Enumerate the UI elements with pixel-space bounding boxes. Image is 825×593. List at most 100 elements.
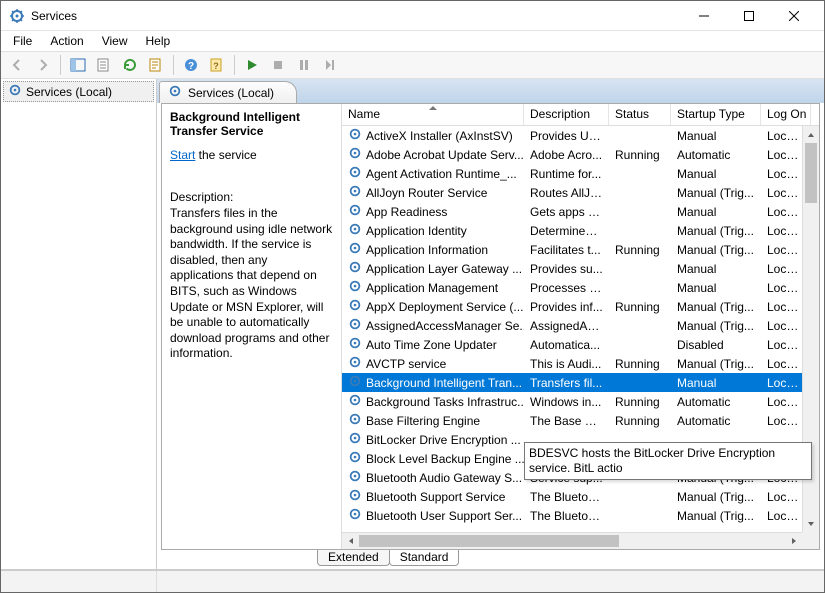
- service-description: Processes in...: [524, 281, 609, 295]
- col-startup-type[interactable]: Startup Type: [671, 104, 761, 125]
- menu-file[interactable]: File: [5, 32, 40, 50]
- service-name: Bluetooth Audio Gateway S...: [366, 471, 522, 485]
- app-icon: [9, 8, 25, 24]
- menu-view[interactable]: View: [94, 32, 136, 50]
- service-row[interactable]: AssignedAccessManager Se...AssignedAc...…: [342, 316, 819, 335]
- col-status[interactable]: Status: [609, 104, 671, 125]
- service-row[interactable]: AllJoyn Router ServiceRoutes AllJo...Man…: [342, 183, 819, 202]
- service-row[interactable]: Background Tasks Infrastruc...Windows in…: [342, 392, 819, 411]
- service-row[interactable]: AVCTP serviceThis is Audi...RunningManua…: [342, 354, 819, 373]
- scroll-right-button[interactable]: [785, 533, 802, 549]
- scroll-up-button[interactable]: [803, 126, 819, 143]
- service-description: AssignedAc...: [524, 319, 609, 333]
- service-startup: Manual (Trig...: [671, 490, 761, 504]
- tab-extended[interactable]: Extended: [317, 549, 390, 566]
- service-startup: Manual (Trig...: [671, 224, 761, 238]
- nav-services-local[interactable]: Services (Local): [3, 81, 154, 102]
- service-description: Gets apps re...: [524, 205, 609, 219]
- service-row[interactable]: Application InformationFacilitates t...R…: [342, 240, 819, 259]
- service-name: Bluetooth User Support Ser...: [366, 509, 522, 523]
- service-row[interactable]: Agent Activation Runtime_...Runtime for.…: [342, 164, 819, 183]
- service-description: Automatica...: [524, 338, 609, 352]
- col-name[interactable]: Name: [342, 104, 524, 125]
- back-button[interactable]: [5, 53, 29, 77]
- service-description: The Bluetoo...: [524, 490, 609, 504]
- service-row[interactable]: Base Filtering EngineThe Base Fil...Runn…: [342, 411, 819, 430]
- service-row[interactable]: Background Intelligent Tran...Transfers …: [342, 373, 819, 392]
- gear-icon: [348, 165, 362, 182]
- horizontal-scrollbar[interactable]: [342, 532, 802, 549]
- service-name: BitLocker Drive Encryption ...: [366, 433, 521, 447]
- service-row[interactable]: AppX Deployment Service (...Provides inf…: [342, 297, 819, 316]
- service-startup: Automatic: [671, 414, 761, 428]
- service-status: Running: [609, 148, 671, 162]
- help-button[interactable]: ?: [179, 53, 203, 77]
- tooltip: BDESVC hosts the BitLocker Drive Encrypt…: [524, 442, 812, 480]
- service-name: Base Filtering Engine: [366, 414, 480, 428]
- service-startup: Manual (Trig...: [671, 300, 761, 314]
- restart-service-button[interactable]: [318, 53, 342, 77]
- service-row[interactable]: Application ManagementProcesses in...Man…: [342, 278, 819, 297]
- status-pane-2: [157, 571, 824, 592]
- toolbar: ? ?: [1, 51, 824, 79]
- scroll-left-button[interactable]: [342, 533, 359, 549]
- service-startup: Manual: [671, 281, 761, 295]
- service-startup: Manual: [671, 167, 761, 181]
- help-topics-button[interactable]: ?: [205, 53, 229, 77]
- detail-description-heading: Description:: [170, 190, 333, 204]
- gear-icon: [348, 469, 362, 486]
- maximize-button[interactable]: [726, 1, 771, 30]
- service-startup: Manual (Trig...: [671, 243, 761, 257]
- service-description: Transfers fil...: [524, 376, 609, 390]
- service-name: AppX Deployment Service (...: [366, 300, 523, 314]
- service-name: Adobe Acrobat Update Serv...: [366, 148, 524, 162]
- service-row[interactable]: Application Layer Gateway ...Provides su…: [342, 259, 819, 278]
- service-description: This is Audi...: [524, 357, 609, 371]
- service-row[interactable]: Adobe Acrobat Update Serv...Adobe Acro..…: [342, 145, 819, 164]
- main-area: Services (Local) Services (Local) Backgr…: [1, 79, 824, 570]
- service-description: Runtime for...: [524, 167, 609, 181]
- stop-service-button[interactable]: [266, 53, 290, 77]
- scroll-thumb[interactable]: [359, 535, 619, 547]
- service-startup: Manual: [671, 262, 761, 276]
- service-startup: Manual (Trig...: [671, 319, 761, 333]
- show-hide-tree-button[interactable]: [66, 53, 90, 77]
- col-log-on[interactable]: Log On: [761, 104, 811, 125]
- service-row[interactable]: Bluetooth User Support Ser...The Bluetoo…: [342, 506, 819, 525]
- gear-icon: [348, 355, 362, 372]
- scroll-thumb[interactable]: [805, 143, 817, 203]
- minimize-button[interactable]: [681, 1, 726, 30]
- service-row[interactable]: App ReadinessGets apps re...ManualLocal …: [342, 202, 819, 221]
- content-header: Services (Local): [157, 79, 824, 103]
- tab-standard[interactable]: Standard: [389, 548, 460, 566]
- service-name: ActiveX Installer (AxInstSV): [366, 129, 513, 143]
- pause-service-button[interactable]: [292, 53, 316, 77]
- menu-action[interactable]: Action: [42, 32, 91, 50]
- detail-description: Transfers files in the background using …: [170, 206, 333, 362]
- service-row[interactable]: Application IdentityDetermines ...Manual…: [342, 221, 819, 240]
- service-row[interactable]: ActiveX Installer (AxInstSV)Provides Us.…: [342, 126, 819, 145]
- menu-help[interactable]: Help: [138, 32, 179, 50]
- service-name: AVCTP service: [366, 357, 446, 371]
- export-list-button[interactable]: [92, 53, 116, 77]
- content-pane: Services (Local) Background Intelligent …: [157, 79, 824, 569]
- content-tab-label: Services (Local): [188, 86, 274, 100]
- content-tab[interactable]: Services (Local): [159, 81, 297, 103]
- scroll-track[interactable]: [359, 533, 785, 549]
- properties-button[interactable]: [144, 53, 168, 77]
- service-row[interactable]: Auto Time Zone UpdaterAutomatica...Disab…: [342, 335, 819, 354]
- scroll-down-button[interactable]: [803, 515, 819, 532]
- gear-icon: [348, 431, 362, 448]
- service-startup: Automatic: [671, 395, 761, 409]
- forward-button[interactable]: [31, 53, 55, 77]
- bottom-tabs: Extended Standard: [157, 549, 824, 569]
- start-service-button[interactable]: [240, 53, 264, 77]
- close-button[interactable]: [771, 1, 816, 30]
- col-description[interactable]: Description: [524, 104, 609, 125]
- service-row[interactable]: Bluetooth Support ServiceThe Bluetoo...M…: [342, 487, 819, 506]
- navigation-pane: Services (Local): [1, 79, 157, 569]
- detail-action: Start the service: [170, 148, 333, 162]
- start-link[interactable]: Start: [170, 148, 195, 162]
- refresh-button[interactable]: [118, 53, 142, 77]
- gear-icon: [348, 222, 362, 239]
